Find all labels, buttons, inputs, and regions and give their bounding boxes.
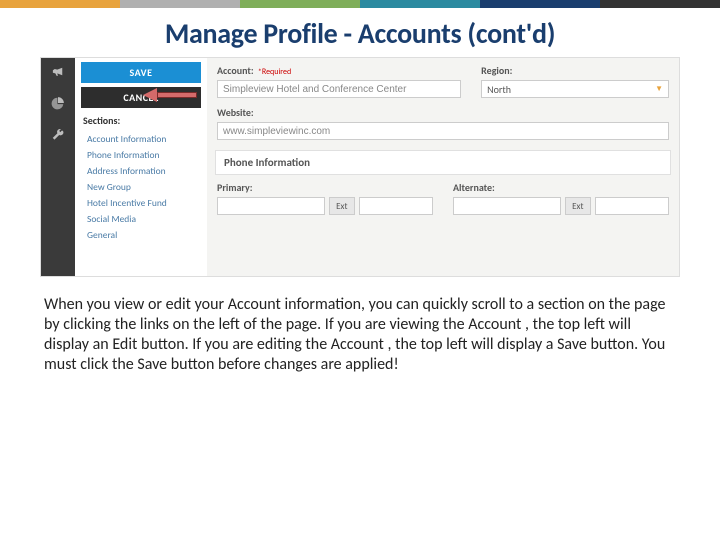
chevron-down-icon: ▼ bbox=[655, 84, 663, 94]
left-icon-rail bbox=[41, 58, 75, 276]
alternate-ext-input[interactable] bbox=[595, 197, 670, 215]
cancel-button[interactable]: CANCEL bbox=[81, 87, 201, 108]
website-label: Website: bbox=[217, 106, 669, 119]
alternate-ext-label: Ext bbox=[565, 197, 590, 215]
section-link-general[interactable]: General bbox=[87, 227, 207, 243]
alternate-phone-input[interactable] bbox=[453, 197, 561, 215]
primary-phone-input[interactable] bbox=[217, 197, 325, 215]
slide-title: Manage Profile - Accounts (cont'd) bbox=[0, 16, 720, 51]
save-button[interactable]: SAVE bbox=[81, 62, 201, 83]
website-input[interactable] bbox=[217, 122, 669, 140]
primary-ext-label: Ext bbox=[329, 197, 354, 215]
section-link-phone-information[interactable]: Phone Information bbox=[87, 147, 207, 163]
megaphone-icon[interactable] bbox=[49, 62, 67, 80]
section-link-social-media[interactable]: Social Media bbox=[87, 211, 207, 227]
required-indicator: *Required bbox=[258, 67, 291, 77]
sections-heading: Sections: bbox=[83, 114, 207, 127]
left-pane: SAVE CANCEL Sections: Account Informatio… bbox=[75, 58, 207, 276]
main-form-pane: Account: *Required Region: North ▼ Websi… bbox=[207, 58, 679, 276]
section-link-hotel-incentive-fund[interactable]: Hotel Incentive Fund bbox=[87, 195, 207, 211]
primary-ext-input[interactable] bbox=[359, 197, 434, 215]
region-label: Region: bbox=[481, 64, 669, 77]
account-label: Account: *Required bbox=[217, 64, 461, 77]
explanatory-text: When you view or edit your Account infor… bbox=[44, 295, 676, 375]
phone-info-panel-header: Phone Information bbox=[215, 150, 671, 175]
region-selected-value: North bbox=[487, 83, 511, 96]
section-link-address-information[interactable]: Address Information bbox=[87, 163, 207, 179]
section-link-account-information[interactable]: Account Information bbox=[87, 131, 207, 147]
account-input[interactable] bbox=[217, 80, 461, 98]
primary-phone-label: Primary: bbox=[217, 181, 433, 194]
app-screenshot: SAVE CANCEL Sections: Account Informatio… bbox=[40, 57, 680, 277]
pie-chart-icon[interactable] bbox=[49, 94, 67, 112]
alternate-phone-label: Alternate: bbox=[453, 181, 669, 194]
wrench-icon[interactable] bbox=[49, 126, 67, 144]
region-select[interactable]: North ▼ bbox=[481, 80, 669, 98]
callout-arrow-icon bbox=[143, 88, 203, 102]
sections-list: Account Information Phone Information Ad… bbox=[87, 131, 207, 243]
brand-top-bar bbox=[0, 0, 720, 8]
section-link-new-group[interactable]: New Group bbox=[87, 179, 207, 195]
